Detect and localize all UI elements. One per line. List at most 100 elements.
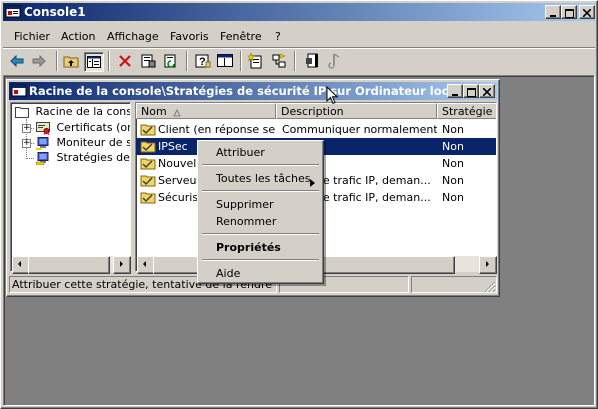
- close-button[interactable]: [579, 5, 595, 19]
- forward-icon: [32, 55, 46, 67]
- menu-item-all-tasks[interactable]: Toutes les tâches: [200, 170, 321, 187]
- properties-button[interactable]: [139, 52, 157, 70]
- console-icon: [217, 54, 233, 67]
- maximize-icon: [564, 9, 574, 18]
- manage-filters-button[interactable]: [270, 52, 288, 70]
- menu-separator: [202, 259, 319, 261]
- scroll-right-button[interactable]: [479, 256, 497, 274]
- tree-item-certificates[interactable]: Certificats (ordi: [36, 120, 130, 136]
- child-close-button[interactable]: [479, 84, 495, 98]
- table-row[interactable]: Client (en réponse se... Communiquer nor…: [136, 121, 496, 138]
- help-icon: ?: [195, 54, 211, 68]
- maximize-button[interactable]: [561, 5, 577, 19]
- child-minimize-button[interactable]: [447, 84, 463, 98]
- app-title: Console1: [24, 5, 86, 19]
- column-header-name[interactable]: Nom: [136, 103, 276, 119]
- menu-help[interactable]: ?: [275, 27, 281, 46]
- toolbar-separator: [240, 51, 242, 71]
- column-header-assigned[interactable]: Stratégie a: [437, 103, 496, 119]
- ipsec-policy-icon: [35, 152, 50, 166]
- console-button[interactable]: [216, 52, 234, 70]
- back-button[interactable]: [8, 52, 26, 70]
- menu-favoris[interactable]: Favoris: [170, 27, 209, 46]
- row-assigned: Non: [442, 157, 464, 170]
- toolbar-separator: [108, 51, 110, 71]
- row-assigned: Non: [442, 191, 464, 204]
- child-window-icon: [11, 83, 27, 99]
- menu-item-properties[interactable]: Propriétés: [200, 239, 321, 256]
- tree-line: [26, 158, 34, 159]
- arrow-right-icon: [486, 261, 489, 267]
- expand-toggle[interactable]: +: [22, 124, 31, 133]
- refresh-icon: [164, 54, 176, 68]
- menu-bar: Fichier Action Affichage Favoris Fenêtre…: [3, 27, 595, 46]
- context-menu: Attribuer Toutes les tâches Supprimer Re…: [197, 140, 324, 284]
- certificate-icon: [36, 122, 50, 136]
- folder-icon: [15, 106, 29, 118]
- svg-text:?: ?: [199, 56, 206, 68]
- show-tree-icon: [87, 56, 101, 68]
- tree-item-label: Racine de la console: [35, 105, 131, 118]
- row-name: Client (en réponse se...: [158, 123, 275, 136]
- manage-filters-icon: [272, 53, 286, 68]
- arrow-left-icon: [18, 261, 21, 267]
- tree-item-ipsec-policies[interactable]: Stratégies de se: [35, 150, 131, 166]
- expand-toggle[interactable]: +: [22, 139, 31, 148]
- close-icon: [483, 88, 491, 96]
- scroll-right-button[interactable]: [113, 256, 131, 274]
- menu-separator: [202, 164, 319, 166]
- up-folder-button[interactable]: [62, 52, 80, 70]
- child-title-bar[interactable]: Racine de la console\Stratégies de sécur…: [9, 82, 497, 100]
- menu-item-rename[interactable]: Renommer: [200, 213, 321, 230]
- delete-icon: [119, 55, 131, 67]
- tree-item-monitor[interactable]: Moniteur de séc: [36, 135, 131, 150]
- assign-button[interactable]: [303, 52, 321, 70]
- row-assigned: Non: [442, 174, 464, 187]
- menu-item-delete[interactable]: Supprimer: [200, 196, 321, 213]
- up-folder-icon: [63, 56, 79, 68]
- tree-item-label: Moniteur de séc: [56, 136, 131, 149]
- maximize-icon: [466, 88, 476, 97]
- child-title: Racine de la console\Stratégies de sécur…: [29, 84, 461, 98]
- minimize-button[interactable]: [545, 5, 561, 19]
- help-button[interactable]: ?: [194, 52, 212, 70]
- policy-icon: [140, 190, 156, 209]
- row-description: t le trafic IP, deman...: [312, 174, 431, 187]
- arrow-right-icon: [120, 261, 123, 267]
- menu-fenetre[interactable]: Fenêtre: [220, 27, 262, 46]
- unassign-icon: [328, 53, 340, 69]
- app-title-bar[interactable]: Console1: [3, 3, 595, 21]
- menu-item-assign[interactable]: Attribuer: [200, 144, 321, 161]
- tree-item-root[interactable]: Racine de la console: [15, 104, 131, 119]
- arrow-left-icon: [143, 261, 146, 267]
- resize-grip-icon[interactable]: [484, 281, 496, 293]
- new-policy-button[interactable]: [247, 52, 265, 70]
- app-icon: [5, 4, 21, 20]
- toolbar-separator: [56, 51, 58, 71]
- tree-item-label: Stratégies de se: [56, 151, 131, 164]
- toolbar-separator: [294, 51, 296, 71]
- sort-arrow-icon: [173, 106, 181, 118]
- menu-item-help[interactable]: Aide: [200, 265, 321, 282]
- show-tree-button[interactable]: [84, 52, 104, 72]
- assign-icon: [306, 53, 318, 68]
- column-header-description[interactable]: Description: [276, 103, 437, 119]
- row-assigned: Non: [442, 140, 464, 153]
- properties-icon: [141, 54, 156, 68]
- scroll-thumb[interactable]: [28, 256, 110, 274]
- delete-button[interactable]: [116, 52, 134, 70]
- minimize-icon: [550, 15, 556, 17]
- tree-scrollbar[interactable]: [12, 256, 131, 274]
- toolbar-separator: [186, 51, 188, 71]
- refresh-button[interactable]: [162, 52, 180, 70]
- menu-affichage[interactable]: Affichage: [107, 27, 159, 46]
- menu-action[interactable]: Action: [61, 27, 95, 46]
- menu-fichier[interactable]: Fichier: [14, 27, 50, 46]
- minimize-icon: [452, 94, 458, 96]
- new-policy-icon: [248, 53, 262, 69]
- tree-pane[interactable]: Racine de la console + Certificats (ordi…: [10, 102, 131, 272]
- child-maximize-button[interactable]: [463, 84, 479, 98]
- forward-button[interactable]: [30, 52, 48, 70]
- menu-separator: [202, 190, 319, 192]
- unassign-button[interactable]: [325, 52, 343, 70]
